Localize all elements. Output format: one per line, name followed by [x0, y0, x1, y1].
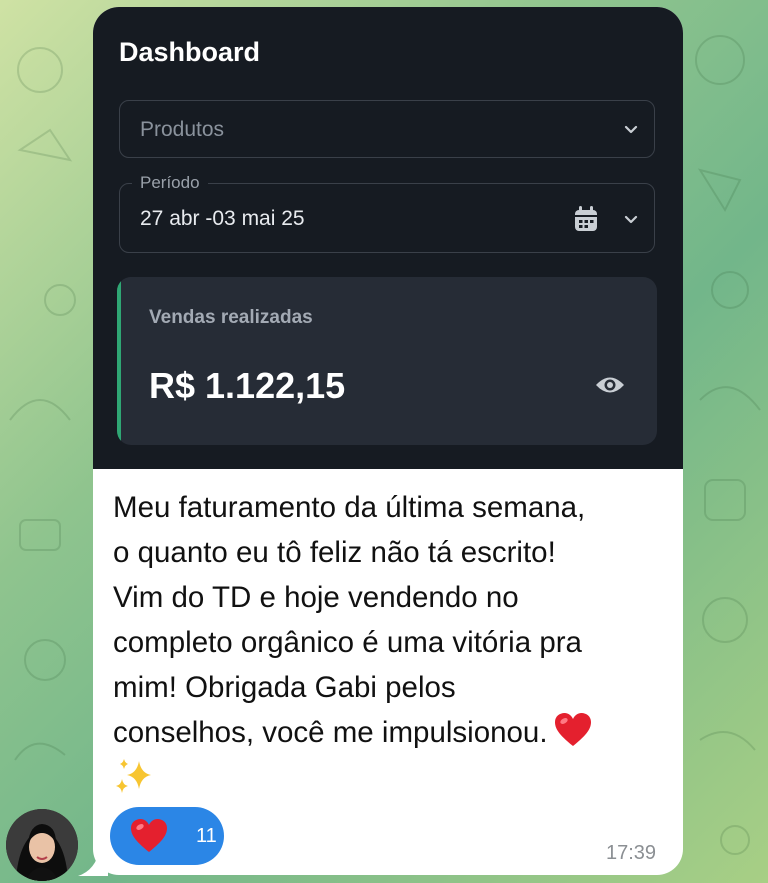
card-accent-bar	[117, 277, 121, 445]
message-line: Vim do TD e hoje vendendo no	[113, 581, 519, 614]
sales-amount: R$ 1.122,15	[149, 365, 346, 406]
calendar-icon	[575, 206, 597, 231]
dashboard-title: Dashboard	[119, 37, 261, 67]
message-line: completo orgânico é uma vitória pra	[113, 626, 582, 659]
heart-emoji	[554, 713, 591, 746]
message-line: conselhos, você me impulsionou.	[113, 716, 548, 749]
sales-label: Vendas realizadas	[149, 307, 313, 328]
message-text: Meu faturamento da última semana, o quan…	[113, 485, 673, 797]
eye-icon	[596, 377, 624, 393]
heart-emoji	[131, 819, 167, 852]
reaction-count: 11	[196, 825, 217, 847]
chevron-down-icon	[624, 215, 638, 224]
message-line-with-emoji: conselhos, você me impulsionou.	[113, 710, 673, 755]
period-label: Período	[132, 173, 208, 193]
sender-avatar[interactable]	[6, 809, 78, 881]
period-select: Período 27 abr -03 mai 25	[119, 173, 655, 253]
dashboard-screenshot[interactable]: Dashboard Produtos Período 27 abr -03 ma…	[93, 7, 683, 469]
message-line: Meu faturamento da última semana,	[113, 491, 586, 524]
products-select: Produtos	[119, 100, 655, 158]
message-time: 17:39	[606, 842, 657, 864]
sales-card: Vendas realizadas R$ 1.122,15	[117, 277, 657, 445]
message-line: mim! Obrigada Gabi pelos	[113, 671, 456, 704]
products-placeholder: Produtos	[140, 118, 225, 141]
heart-reaction-button[interactable]: 11	[110, 807, 224, 865]
sparkles-emoji	[116, 759, 151, 793]
avatar-portrait	[6, 809, 78, 881]
chevron-down-icon	[624, 125, 638, 134]
message-bubble[interactable]: Dashboard Produtos Período 27 abr -03 ma…	[93, 7, 683, 875]
period-value: 27 abr -03 mai 25	[140, 207, 305, 230]
message-line: o quanto eu tô feliz não tá escrito!	[113, 536, 556, 569]
